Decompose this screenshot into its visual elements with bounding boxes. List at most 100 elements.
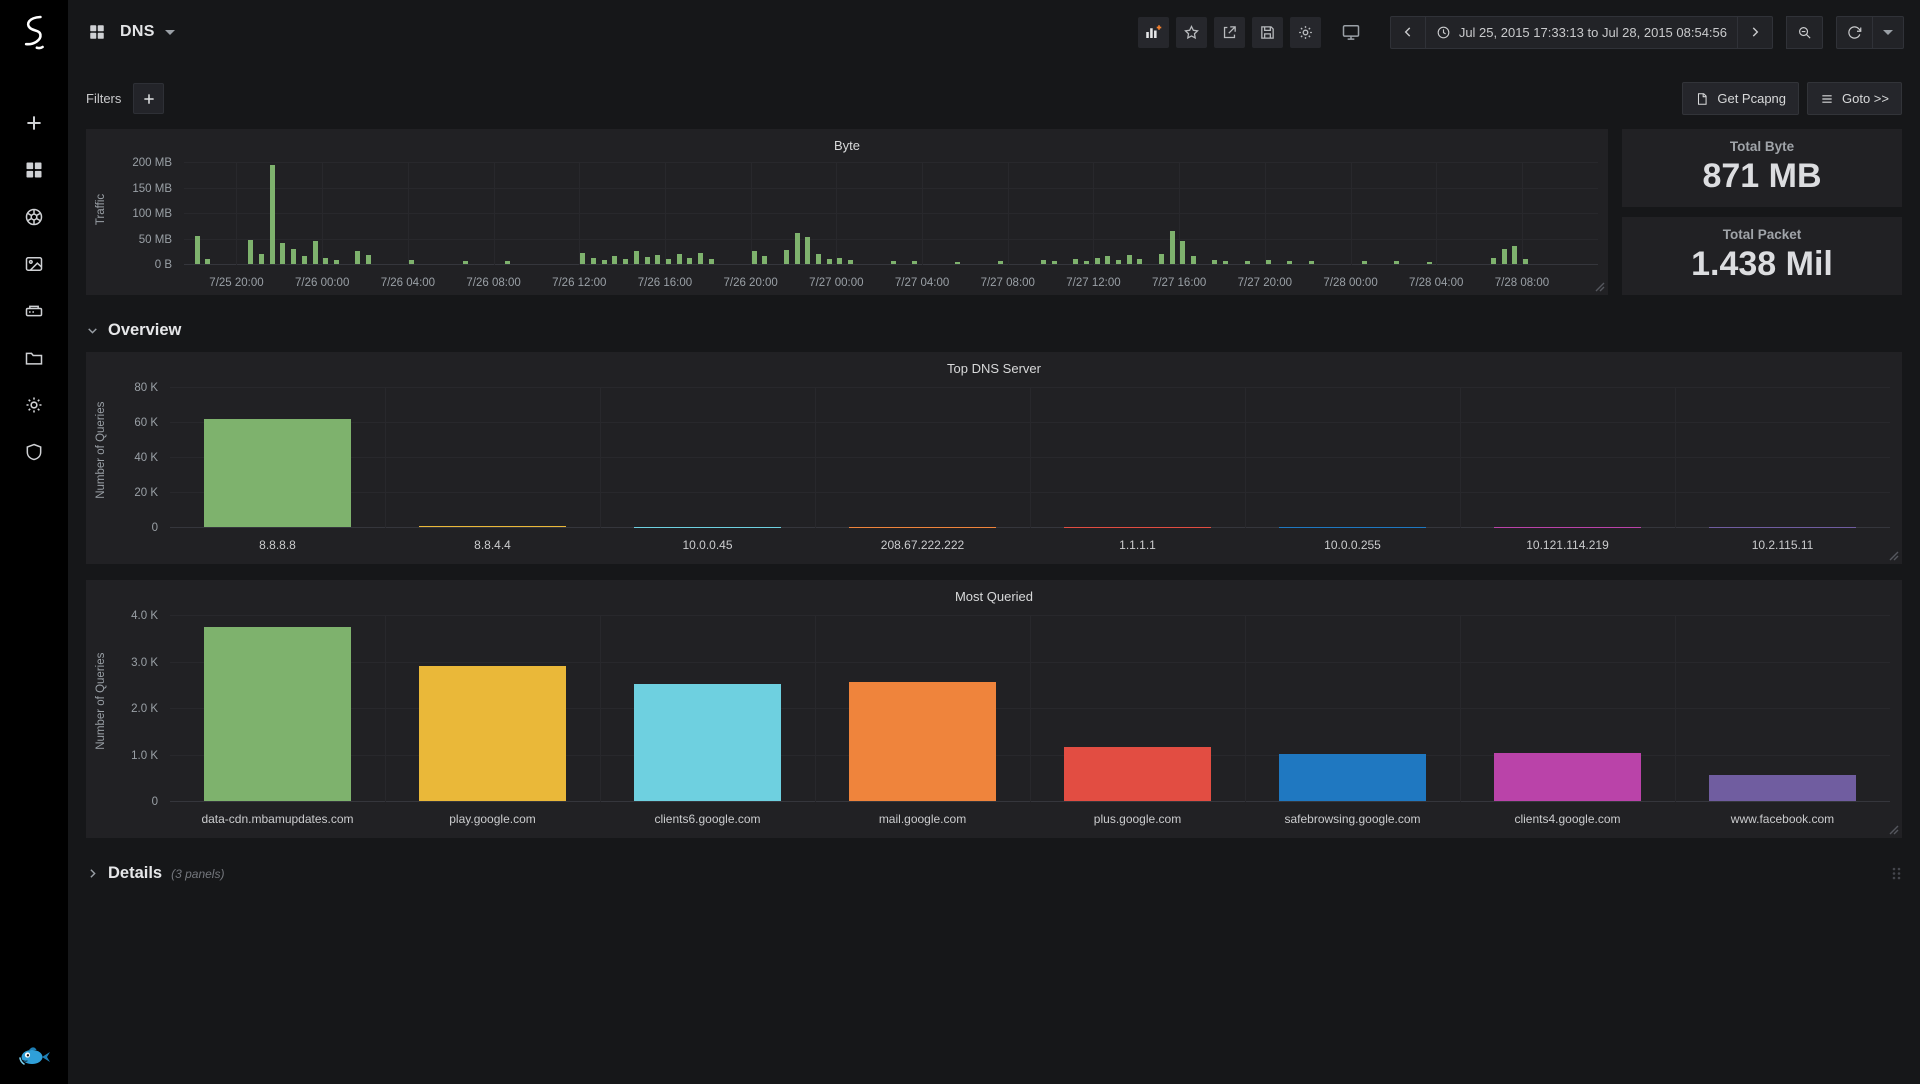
time-back-button[interactable] <box>1389 15 1426 49</box>
traffic-bar[interactable] <box>762 256 768 264</box>
traffic-bar[interactable] <box>1137 258 1143 264</box>
traffic-bar[interactable] <box>1212 259 1218 264</box>
traffic-bar[interactable] <box>1158 253 1164 264</box>
zoom-out-icon[interactable] <box>1786 15 1823 49</box>
traffic-bar[interactable] <box>408 259 414 264</box>
byte-panel-title[interactable]: Byte <box>86 129 1608 153</box>
gear-icon[interactable] <box>1289 16 1321 48</box>
traffic-bar[interactable] <box>1394 261 1400 264</box>
drag-handle-icon[interactable] <box>1891 866 1902 881</box>
traffic-bar[interactable] <box>698 252 704 264</box>
traffic-bar[interactable] <box>312 241 318 264</box>
traffic-bar[interactable] <box>366 254 372 264</box>
time-forward-button[interactable] <box>1738 15 1773 49</box>
traffic-bar[interactable] <box>708 258 714 264</box>
dashboard-title[interactable]: DNS <box>120 23 155 41</box>
bar-play.google.com[interactable] <box>419 666 566 801</box>
caret-down-icon[interactable] <box>164 29 175 35</box>
traffic-bar[interactable] <box>1308 261 1314 264</box>
top-dns-server-title[interactable]: Top DNS Server <box>86 352 1902 376</box>
traffic-bar[interactable] <box>955 261 961 264</box>
traffic-bar[interactable] <box>323 257 329 264</box>
traffic-bar[interactable] <box>783 249 789 264</box>
traffic-bar[interactable] <box>805 237 811 264</box>
traffic-bar[interactable] <box>258 253 264 264</box>
traffic-bar[interactable] <box>205 258 211 264</box>
traffic-bar[interactable] <box>751 251 757 264</box>
bar-clients6.google.com[interactable] <box>634 683 781 801</box>
traffic-bar[interactable] <box>1223 260 1229 264</box>
bar-www.facebook.com[interactable] <box>1709 774 1856 801</box>
add-filter-button[interactable] <box>133 83 165 114</box>
bar-clients4.google.com[interactable] <box>1494 752 1641 801</box>
save-icon[interactable] <box>1251 16 1283 48</box>
bar-8.8.8.8[interactable] <box>204 418 351 527</box>
traffic-bar[interactable] <box>1169 230 1175 264</box>
dashboard-grid-icon[interactable] <box>84 19 110 45</box>
traffic-bar[interactable] <box>194 235 200 264</box>
get-pcapng-button[interactable]: Get Pcapng <box>1682 82 1800 115</box>
add-panel-button[interactable] <box>1137 16 1169 48</box>
traffic-bar[interactable] <box>1523 258 1528 264</box>
add-icon[interactable] <box>21 110 47 136</box>
traffic-bar[interactable] <box>1180 241 1186 264</box>
bar-mail.google.com[interactable] <box>849 682 996 801</box>
traffic-bar[interactable] <box>1265 259 1271 264</box>
traffic-bar[interactable] <box>633 251 639 264</box>
traffic-bar[interactable] <box>891 260 896 264</box>
traffic-bar[interactable] <box>666 258 672 264</box>
aperture-icon[interactable] <box>21 204 47 230</box>
traffic-bar[interactable] <box>248 239 254 264</box>
dashboards-icon[interactable] <box>21 157 47 183</box>
traffic-bar[interactable] <box>1244 261 1250 264</box>
traffic-bar[interactable] <box>676 253 682 264</box>
bar-safebrowsing.google.com[interactable] <box>1279 754 1426 801</box>
traffic-bar[interactable] <box>1490 257 1496 264</box>
traffic-bar[interactable] <box>462 260 468 264</box>
traffic-bar[interactable] <box>601 259 607 264</box>
traffic-bar[interactable] <box>912 261 918 264</box>
gear-icon[interactable] <box>21 392 47 418</box>
traffic-bar[interactable] <box>623 258 629 264</box>
traffic-bar[interactable] <box>998 260 1004 264</box>
traffic-bar[interactable] <box>301 256 307 264</box>
traffic-bar[interactable] <box>687 257 693 264</box>
time-range-button[interactable]: Jul 25, 2015 17:33:13 to Jul 28, 2015 08… <box>1425 15 1738 49</box>
traffic-bar[interactable] <box>1051 261 1057 264</box>
traffic-bar[interactable] <box>644 256 650 264</box>
share-icon[interactable] <box>1213 16 1245 48</box>
stat-title[interactable]: Total Packet <box>1723 227 1802 242</box>
traffic-bar[interactable] <box>1073 258 1079 264</box>
star-icon[interactable] <box>1175 16 1207 48</box>
shield-icon[interactable] <box>21 439 47 465</box>
fish-icon[interactable] <box>16 1042 52 1072</box>
traffic-bar[interactable] <box>1094 257 1100 264</box>
traffic-bar[interactable] <box>848 259 854 264</box>
storage-icon[interactable] <box>21 298 47 324</box>
bar-8.8.4.4[interactable] <box>419 525 566 527</box>
traffic-bar[interactable] <box>1190 256 1196 264</box>
resize-handle[interactable] <box>1889 825 1899 835</box>
screenshot-icon[interactable] <box>21 251 47 277</box>
traffic-bar[interactable] <box>794 233 800 264</box>
traffic-bar[interactable] <box>269 164 275 264</box>
traffic-bar[interactable] <box>591 257 597 264</box>
traffic-bar[interactable] <box>1040 259 1046 264</box>
refresh-icon[interactable] <box>1836 15 1873 49</box>
traffic-bar[interactable] <box>355 251 361 264</box>
selks-logo[interactable] <box>16 12 52 52</box>
traffic-bar[interactable] <box>580 252 586 264</box>
traffic-bar[interactable] <box>1426 261 1432 264</box>
traffic-bar[interactable] <box>1126 254 1132 264</box>
row-overview[interactable]: Overview <box>86 321 1902 340</box>
traffic-bar[interactable] <box>837 257 843 264</box>
refresh-interval-caret[interactable] <box>1873 15 1904 49</box>
row-details[interactable]: Details (3 panels) <box>86 864 1902 883</box>
monitor-icon[interactable] <box>1336 17 1367 48</box>
resize-handle[interactable] <box>1595 282 1605 292</box>
goto-button[interactable]: Goto >> <box>1807 82 1902 115</box>
bar-data-cdn.mbamupdates.com[interactable] <box>204 626 351 801</box>
traffic-bar[interactable] <box>816 253 821 264</box>
stat-title[interactable]: Total Byte <box>1730 139 1794 154</box>
traffic-bar[interactable] <box>1083 260 1089 264</box>
